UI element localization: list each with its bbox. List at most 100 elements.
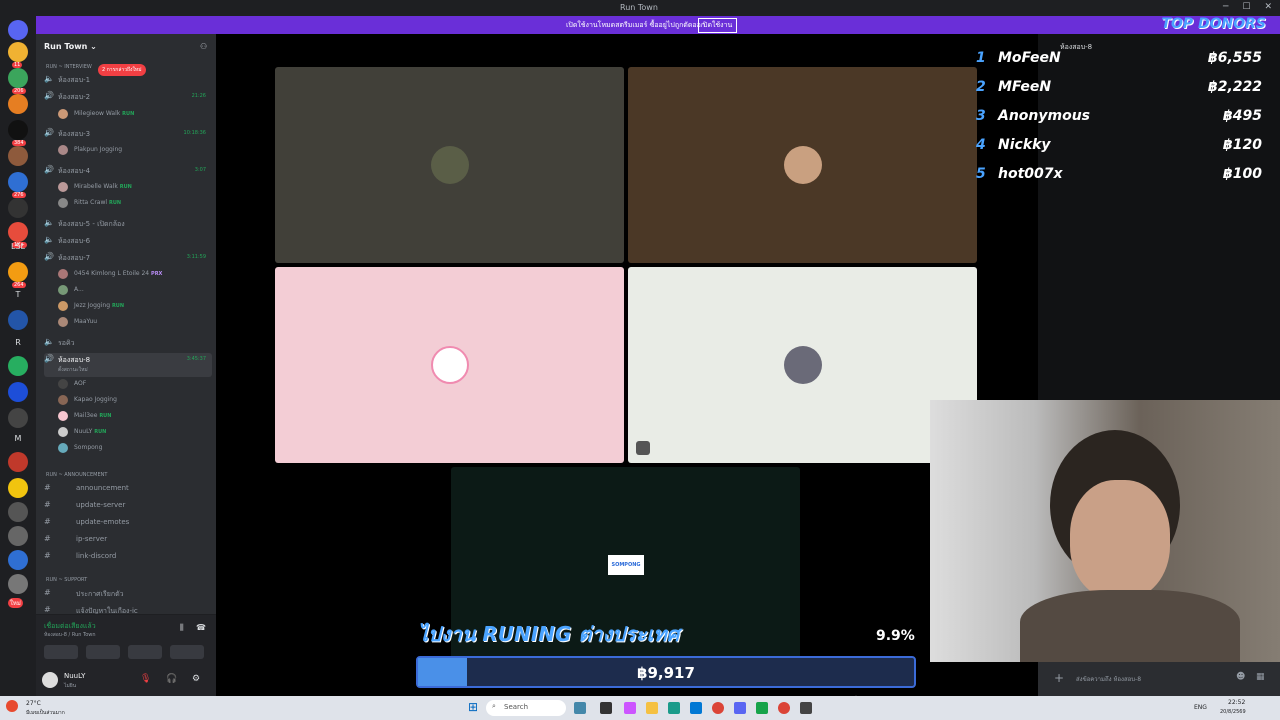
video-tile[interactable] — [275, 67, 624, 263]
disconnect-icon[interactable]: ☎ — [196, 623, 206, 632]
home-icon[interactable] — [8, 20, 28, 40]
server-icon[interactable] — [8, 262, 28, 282]
noise-icon[interactable]: ⫼ — [180, 623, 184, 633]
speaker-icon: 🔊 — [44, 128, 54, 137]
activity-button[interactable] — [128, 645, 162, 659]
text-channel[interactable]: # link-discord — [44, 550, 212, 564]
server-label[interactable]: M — [8, 434, 28, 443]
disable-button[interactable]: ปิดใช้งาน — [698, 18, 738, 33]
text-channel[interactable]: # update-server — [44, 499, 212, 513]
voice-channel[interactable]: 🔈 ห้องสอบ-5 - เปิดกล้อง — [44, 217, 212, 231]
server-icon[interactable] — [8, 222, 28, 242]
server-icon[interactable] — [8, 452, 28, 472]
voice-channel[interactable]: 🔊 ห้องสอบ-7 3:11:59 — [44, 251, 212, 265]
discord-icon[interactable] — [734, 702, 746, 714]
windows-icon[interactable]: ⊞ — [468, 700, 478, 714]
server-icon[interactable] — [8, 42, 28, 62]
folder-icon[interactable] — [646, 702, 658, 714]
weather-desc: มีเมฆเป็นส่วนมาก — [26, 710, 65, 716]
plus-icon[interactable]: + — [1054, 671, 1064, 685]
weather-icon[interactable] — [6, 700, 18, 712]
server-icon[interactable] — [8, 310, 28, 330]
server-icon[interactable] — [8, 408, 28, 428]
server-icon[interactable] — [8, 550, 28, 570]
apps-icon[interactable]: ▦ — [1256, 672, 1265, 682]
text-channel[interactable]: # update-emotes — [44, 516, 212, 530]
category-label[interactable]: RUN ~ INTERVIEW — [46, 64, 92, 70]
donor-row: 1 MoFeeN ฿6,555 — [976, 50, 1262, 66]
text-channel[interactable]: # ประกาศเรียกตัว — [44, 587, 212, 601]
hash-icon: # — [44, 588, 51, 597]
app-icon[interactable] — [756, 702, 768, 714]
screen-icon[interactable] — [636, 441, 650, 455]
voice-status-panel: เชื่อมต่อเสียงแล้ว ห้องสอบ-8 / Run Town … — [36, 614, 216, 666]
category-label[interactable]: RUN ~ ANNOUNCEMENT — [46, 472, 107, 478]
streamer-shirt — [1020, 590, 1240, 662]
app-icon[interactable] — [600, 702, 612, 714]
server-icon[interactable] — [8, 146, 28, 166]
camera-button[interactable] — [44, 645, 78, 659]
user-panel: NuuLY ไม่ยิน 🎙 🎧 ⚙ — [36, 666, 216, 696]
server-icon[interactable] — [8, 198, 28, 218]
server-icon[interactable] — [8, 68, 28, 88]
server-label[interactable]: LSL — [8, 242, 28, 251]
minimize-icon[interactable]: ─ — [1223, 2, 1228, 12]
video-tile[interactable] — [628, 267, 977, 463]
app-icon[interactable] — [800, 702, 812, 714]
voice-channel[interactable]: 🔊 ห้องสอบ-4 3:07 — [44, 164, 212, 178]
deafen-icon[interactable]: 🎧 — [166, 674, 177, 684]
add-member-icon[interactable]: ⚇ — [200, 42, 207, 51]
soundboard-button[interactable] — [170, 645, 204, 659]
username[interactable]: NuuLY — [64, 672, 85, 680]
server-icon[interactable] — [8, 478, 28, 498]
app-icon[interactable] — [574, 702, 586, 714]
video-tile[interactable] — [275, 267, 624, 463]
mute-icon[interactable]: 🎙 — [140, 674, 151, 684]
voice-channel[interactable]: 🔈 รอคิว — [44, 336, 212, 350]
server-label[interactable]: T — [8, 290, 28, 299]
taskbar: 27°C มีเมฆเป็นส่วนมาก ⊞ ⌕ Search ENG 22:… — [0, 696, 1280, 720]
server-icon[interactable] — [8, 502, 28, 522]
gear-icon[interactable]: ⚙ — [192, 674, 200, 684]
goal-title: ไปงาน RUNING ต่างประเทศ — [418, 622, 680, 646]
server-label[interactable]: R — [8, 338, 28, 347]
app-icon[interactable] — [690, 702, 702, 714]
video-tile[interactable] — [628, 67, 977, 263]
app-icon[interactable] — [668, 702, 680, 714]
avatar — [58, 182, 68, 192]
voice-channel[interactable]: 🔊 ห้องสอบ-2 21:26 — [44, 90, 212, 104]
screen-share-button[interactable] — [86, 645, 120, 659]
search-input[interactable]: ⌕ Search — [486, 700, 566, 716]
voice-channel[interactable]: 🔈 ห้องสอบ-6 — [44, 234, 212, 248]
speaker-icon: 🔊 — [44, 165, 54, 174]
server-name[interactable]: Run Town ⌄ — [44, 42, 97, 51]
server-icon[interactable] — [8, 94, 28, 114]
server-icon[interactable] — [8, 382, 28, 402]
category-label[interactable]: RUN ~ SUPPORT — [46, 577, 87, 583]
text-channel[interactable]: # ip-server — [44, 533, 212, 547]
maximize-icon[interactable]: ☐ — [1242, 2, 1250, 12]
server-icon[interactable] — [8, 356, 28, 376]
voice-channel-active[interactable]: 🔊 ห้องสอบ-8 3:45:37 ตั้งสถานะใหม่ — [44, 353, 212, 377]
server-icon[interactable] — [8, 574, 28, 594]
server-icon[interactable] — [8, 120, 28, 140]
speaker-icon: 🔈 — [44, 218, 54, 227]
language-indicator[interactable]: ENG — [1194, 704, 1207, 711]
server-icon[interactable] — [8, 526, 28, 546]
clock-time[interactable]: 22:52 — [1228, 699, 1245, 706]
app-icon[interactable] — [624, 702, 636, 714]
avatar[interactable] — [42, 672, 58, 688]
server-icon[interactable] — [8, 172, 28, 192]
message-input[interactable]: ส่งข้อความถึง ห้องสอบ-8 — [1076, 674, 1141, 684]
emoji-icon[interactable]: ☻ — [1236, 672, 1245, 682]
voice-channel[interactable]: 🔊 ห้องสอบ-3 10:18:36 — [44, 127, 212, 141]
chrome-icon[interactable] — [778, 702, 790, 714]
voice-channel[interactable]: 🔈 ห้องสอบ-1 — [44, 73, 212, 87]
goal-amount: ฿9,917 — [637, 664, 695, 682]
close-icon[interactable]: ✕ — [1264, 2, 1272, 12]
text-channel[interactable]: # announcement — [44, 482, 212, 496]
search-icon: ⌕ — [492, 702, 496, 710]
donor-row: 5 hot007x ฿100 — [976, 166, 1262, 182]
chrome-icon[interactable] — [712, 702, 724, 714]
avatar — [430, 146, 469, 184]
